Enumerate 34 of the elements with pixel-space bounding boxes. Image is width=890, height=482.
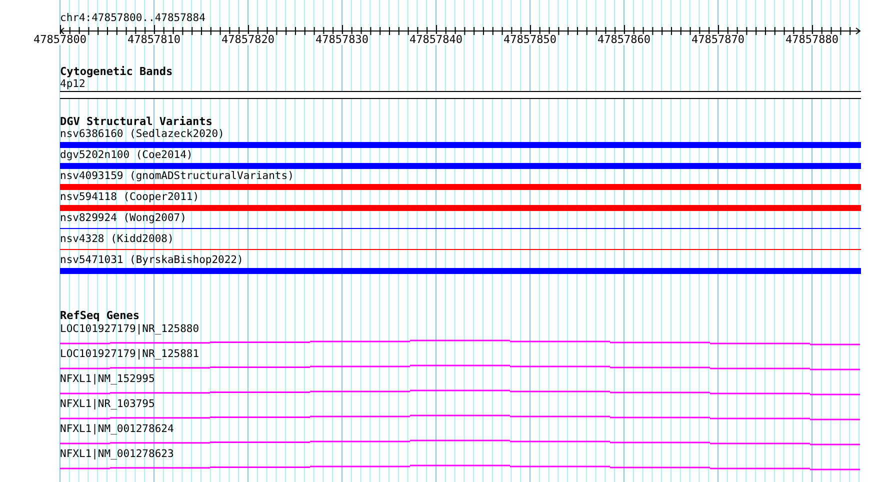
ruler-label: 47857870 <box>692 34 744 45</box>
feature-label: dgv5202n100 (Coe2014) <box>60 149 193 161</box>
ruler-label: 47857880 <box>786 34 838 45</box>
ruler-label: 47857820 <box>222 34 274 45</box>
variant-bar[interactable] <box>60 163 861 169</box>
feature-label: LOC101927179|NR_125881 <box>60 348 200 360</box>
feature-label: NFXL1|NM_001278623 <box>60 448 174 460</box>
feature-label: nsv829924 (Wong2007) <box>60 212 186 224</box>
variant-bar[interactable] <box>60 268 861 274</box>
track-title: Cytogenetic Bands <box>60 65 173 78</box>
feature-label: LOC101927179|NR_125880 <box>60 323 200 335</box>
ruler-label: 47857800 <box>34 34 86 45</box>
variant-bar[interactable] <box>60 142 861 148</box>
feature-label: nsv594118 (Cooper2011) <box>60 191 200 203</box>
ruler-label: 47857840 <box>410 34 462 45</box>
variant-line[interactable] <box>60 228 861 229</box>
variant-line[interactable] <box>60 249 861 250</box>
ruler-label: 47857810 <box>128 34 180 45</box>
feature-label: NFXL1|NM_001278624 <box>60 423 174 435</box>
feature-label: nsv4328 (Kidd2008) <box>60 233 174 245</box>
variant-bar[interactable] <box>60 184 861 190</box>
location-label: chr4:47857800..47857884 <box>60 13 206 25</box>
feature-label: nsv4093159 (gnomADStructuralVariants) <box>60 170 294 182</box>
feature-label: NFXL1|NR_103795 <box>60 398 155 410</box>
feature-label: NFXL1|NM_152995 <box>60 373 155 385</box>
ruler-label: 47857850 <box>504 34 556 45</box>
track-title: DGV Structural Variants <box>60 115 212 128</box>
feature-label: 4p12 <box>60 78 86 90</box>
variant-bar[interactable] <box>60 205 861 211</box>
track-title: RefSeq Genes <box>60 309 140 322</box>
ruler-label: 47857830 <box>316 34 368 45</box>
ruler-label: 47857860 <box>598 34 650 45</box>
feature-label: nsv5471031 (ByrskaBishop2022) <box>60 254 244 266</box>
feature-label: nsv6386160 (Sedlazeck2020) <box>60 128 224 140</box>
